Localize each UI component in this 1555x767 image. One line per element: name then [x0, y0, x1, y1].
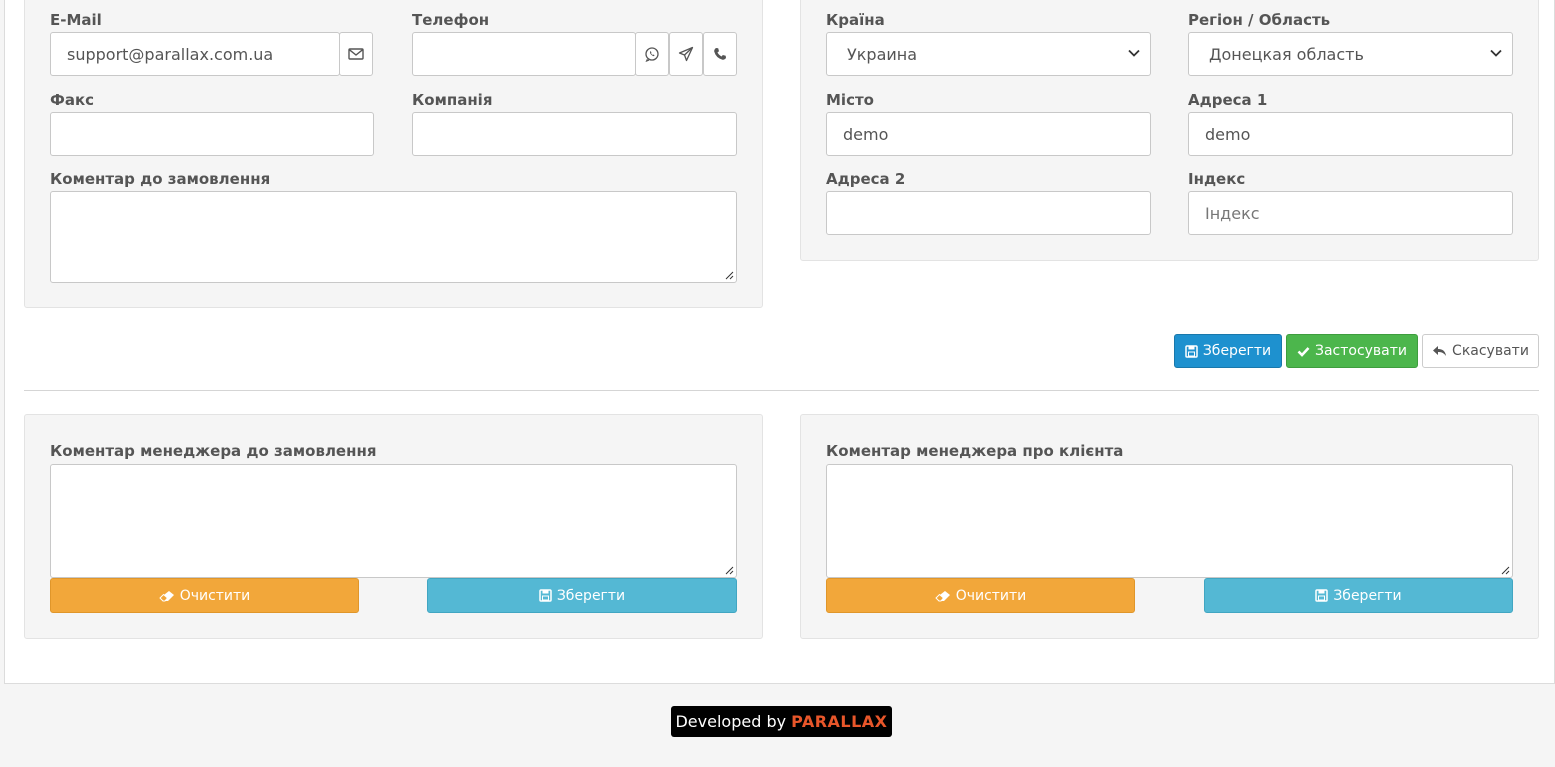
city-value[interactable]: demo [843, 125, 888, 144]
cancel-button[interactable]: Скасувати [1422, 334, 1539, 368]
save-client-comment-button[interactable]: Зберегти [1204, 578, 1513, 613]
chevron-down-icon [1490, 49, 1502, 57]
resize-grip-icon[interactable] [1501, 566, 1510, 575]
resize-grip-icon[interactable] [725, 566, 734, 575]
apply-button-label: Застосувати [1314, 343, 1408, 359]
clear-client-comment-label: Очистити [955, 587, 1027, 604]
address1-field[interactable]: demo [1188, 112, 1513, 156]
address1-value[interactable]: demo [1205, 125, 1250, 144]
chevron-down-icon [1128, 49, 1140, 57]
manager-client-comment-label: Коментар менеджера про клієнта [826, 442, 1124, 460]
resize-grip-icon[interactable] [725, 271, 734, 280]
phone-field[interactable] [412, 32, 636, 76]
developer-credit-prefix: Developed by [675, 712, 787, 731]
phone-label: Телефон [412, 11, 490, 29]
company-label: Компанія [412, 91, 493, 109]
save-order-comment-label: Зберегти [556, 587, 626, 604]
region-select[interactable]: Донецкая область [1188, 32, 1513, 76]
region-selected-value[interactable]: Донецкая область [1209, 45, 1364, 64]
floppy-disk-icon [1315, 589, 1329, 602]
city-field[interactable]: demo [826, 112, 1151, 156]
reply-icon [1433, 346, 1447, 356]
fax-field[interactable] [50, 112, 374, 156]
envelope-icon [348, 48, 364, 60]
postcode-field[interactable]: Індекс [1188, 191, 1513, 235]
postcode-label: Індекс [1188, 170, 1246, 188]
manager-order-comment-label: Коментар менеджера до замовлення [50, 442, 377, 460]
clear-order-comment-label: Очистити [179, 587, 251, 604]
eraser-icon [934, 590, 950, 601]
company-field[interactable] [412, 112, 737, 156]
call-button[interactable] [703, 32, 737, 76]
manager-order-comment-textarea[interactable] [50, 464, 737, 578]
country-select[interactable]: Украина [826, 32, 1151, 76]
order-comment-label: Коментар до замовлення [50, 170, 271, 188]
developer-brand-name[interactable]: PARALLAX [791, 712, 887, 731]
email-label: E-Mail [50, 11, 102, 29]
send-email-button[interactable] [339, 32, 373, 76]
fax-label: Факс [50, 91, 95, 109]
manager-client-comment-textarea[interactable] [826, 464, 1513, 578]
region-label: Регіон / Область [1188, 11, 1331, 29]
country-selected-value[interactable]: Украина [847, 45, 917, 64]
email-field[interactable]: support@parallax.com.ua [50, 32, 340, 76]
cancel-button-label: Скасувати [1452, 343, 1529, 359]
save-order-comment-button[interactable]: Зберегти [427, 578, 737, 613]
order-comment-textarea[interactable] [50, 191, 737, 283]
whatsapp-button[interactable] [635, 32, 669, 76]
check-icon [1297, 346, 1310, 357]
clear-order-comment-button[interactable]: Очистити [50, 578, 359, 613]
postcode-placeholder[interactable]: Індекс [1205, 204, 1260, 223]
floppy-disk-icon [1185, 344, 1198, 358]
city-label: Місто [826, 91, 874, 109]
telegram-button[interactable] [669, 32, 703, 76]
paper-plane-icon [678, 46, 694, 62]
address1-label: Адреса 1 [1188, 91, 1268, 109]
save-button-label: Зберегти [1202, 343, 1272, 359]
developer-credit-badge[interactable]: Developed by PARALLAX [671, 706, 892, 737]
eraser-icon [158, 590, 174, 601]
apply-button[interactable]: Застосувати [1286, 334, 1418, 368]
email-value[interactable]: support@parallax.com.ua [67, 45, 273, 64]
section-divider [24, 390, 1539, 391]
floppy-disk-icon [539, 589, 552, 602]
address2-field[interactable] [826, 191, 1151, 235]
save-button[interactable]: Зберегти [1174, 334, 1282, 368]
save-client-comment-label: Зберегти [1333, 587, 1402, 604]
whatsapp-icon [645, 47, 659, 62]
country-label: Країна [826, 11, 885, 29]
address2-label: Адреса 2 [826, 170, 906, 188]
phone-icon [714, 48, 726, 60]
clear-client-comment-button[interactable]: Очистити [826, 578, 1135, 613]
